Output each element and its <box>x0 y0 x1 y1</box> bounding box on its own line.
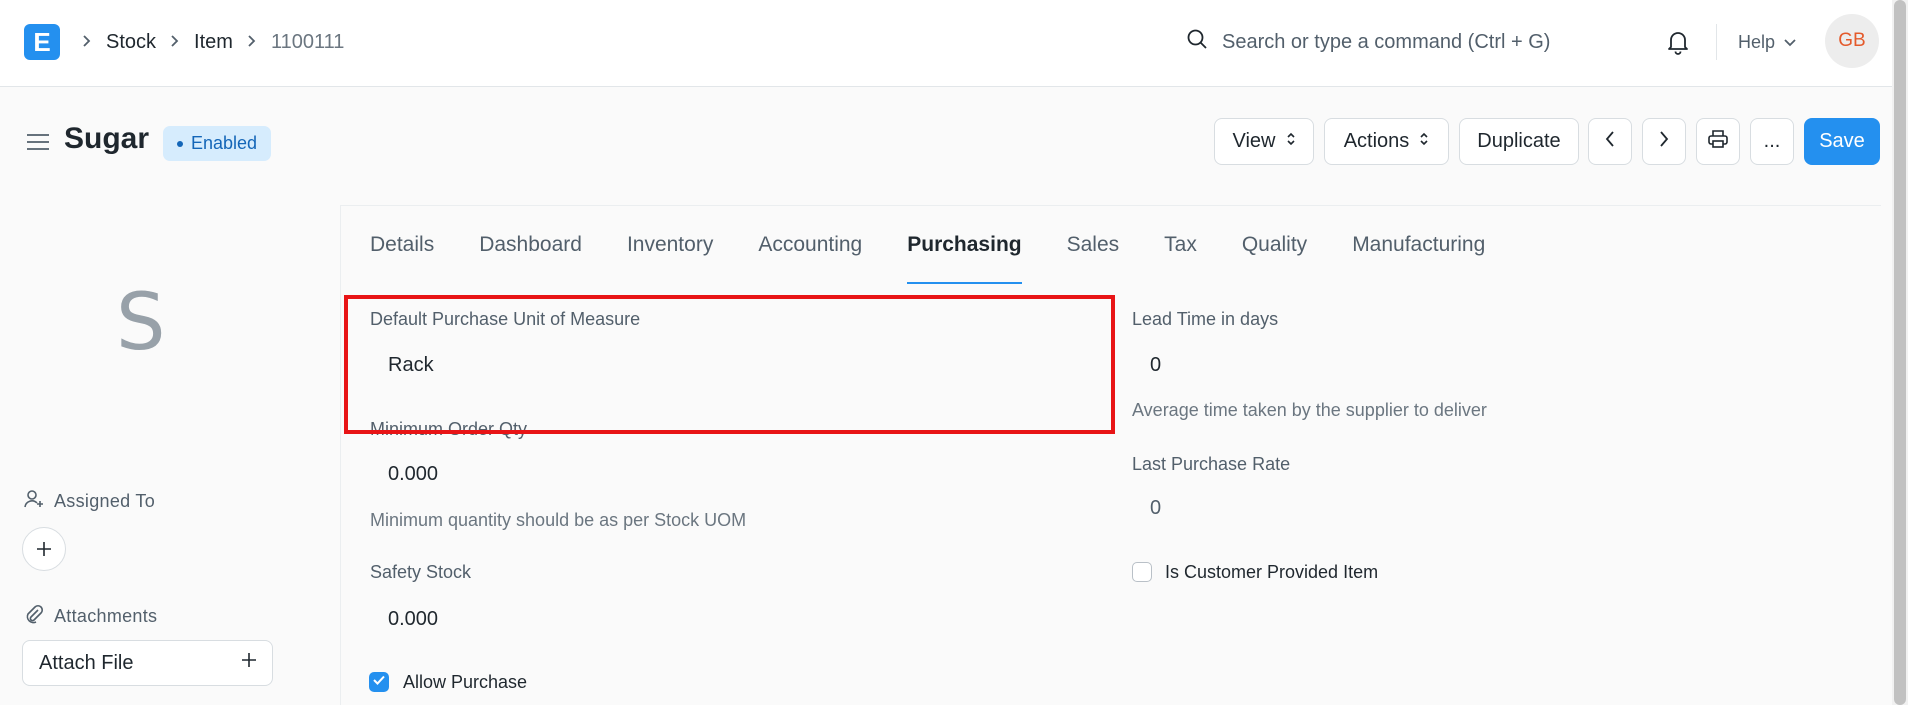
chevron-right-icon <box>245 32 259 53</box>
form-tabs: Details Dashboard Inventory Accounting P… <box>370 226 1485 284</box>
status-dot-icon <box>177 140 183 147</box>
tab-details[interactable]: Details <box>370 226 434 284</box>
breadcrumb: Stock Item 1100111 <box>80 26 344 58</box>
search-icon <box>1186 28 1208 56</box>
breadcrumb-current[interactable]: 1100111 <box>271 31 344 54</box>
check-icon <box>372 673 386 691</box>
last-purchase-rate-label: Last Purchase Rate <box>1132 454 1291 474</box>
search-input[interactable]: Search or type a command (Ctrl + G) <box>1222 31 1550 54</box>
next-record-button[interactable] <box>1642 118 1686 165</box>
default-purchase-uom-field[interactable]: Rack <box>388 354 434 377</box>
item-image-placeholder[interactable]: S <box>116 284 166 362</box>
min-order-qty-field[interactable]: 0.000 <box>388 463 438 486</box>
print-button[interactable] <box>1696 118 1740 165</box>
chevron-right-icon <box>1658 130 1670 154</box>
attach-file-button[interactable]: Attach File <box>22 640 273 686</box>
lead-time-label: Lead Time in days <box>1132 309 1279 329</box>
help-label: Help <box>1738 31 1776 52</box>
actions-label: Actions <box>1343 130 1410 152</box>
paperclip-icon <box>24 604 44 629</box>
assigned-to-label: Assigned To <box>54 490 156 511</box>
attach-file-label: Attach File <box>39 651 134 674</box>
previous-record-button[interactable] <box>1588 118 1632 165</box>
status-label: Enabled <box>191 133 258 153</box>
view-button[interactable]: View <box>1214 118 1314 165</box>
search-bar[interactable]: Search or type a command (Ctrl + G) <box>1186 24 1626 60</box>
allow-purchase-label[interactable]: Allow Purchase <box>403 672 527 693</box>
page-scrollbar[interactable] <box>1892 0 1908 705</box>
plus-icon <box>240 651 258 675</box>
chevron-right-icon <box>80 32 94 53</box>
attachments-section: Attachments <box>24 603 157 629</box>
add-assignee-button[interactable] <box>22 527 66 571</box>
chevron-right-icon <box>168 32 182 53</box>
user-plus-icon <box>24 489 44 514</box>
view-label: View <box>1232 130 1276 152</box>
ellipsis-icon: ... <box>1763 130 1781 152</box>
tab-accounting[interactable]: Accounting <box>758 226 862 284</box>
default-purchase-uom-label: Default Purchase Unit of Measure <box>370 309 641 329</box>
is-customer-provided-checkbox[interactable] <box>1132 562 1152 582</box>
help-dropdown[interactable]: Help <box>1738 28 1797 56</box>
tab-inventory[interactable]: Inventory <box>627 226 713 284</box>
plus-icon <box>35 534 53 565</box>
chevron-down-icon <box>1783 32 1797 53</box>
navbar: E Stock Item 1100111 Search or type a co… <box>0 0 1908 87</box>
bell-icon[interactable] <box>1664 28 1692 56</box>
tab-tax[interactable]: Tax <box>1164 226 1197 284</box>
is-customer-provided-label[interactable]: Is Customer Provided Item <box>1165 562 1378 583</box>
actions-button[interactable]: Actions <box>1324 118 1449 165</box>
chevron-left-icon <box>1604 130 1616 154</box>
scrollbar-thumb[interactable] <box>1894 0 1906 705</box>
sort-updown-icon <box>1419 130 1429 153</box>
assigned-to-section: Assigned To <box>24 488 155 514</box>
safety-stock-label: Safety Stock <box>370 562 472 582</box>
tab-quality[interactable]: Quality <box>1242 226 1307 284</box>
hamburger-menu-icon[interactable] <box>26 130 50 154</box>
allow-purchase-checkbox[interactable] <box>369 672 389 692</box>
more-actions-button[interactable]: ... <box>1750 118 1794 165</box>
breadcrumb-stock[interactable]: Stock <box>106 31 156 54</box>
tab-dashboard[interactable]: Dashboard <box>479 226 582 284</box>
app-logo[interactable]: E <box>24 24 60 60</box>
tab-purchasing[interactable]: Purchasing <box>907 226 1022 284</box>
lead-time-field[interactable]: 0 <box>1150 354 1161 377</box>
breadcrumb-item[interactable]: Item <box>194 31 233 54</box>
min-order-qty-description: Minimum quantity should be as per Stock … <box>370 510 747 530</box>
save-button[interactable]: Save <box>1804 118 1880 165</box>
safety-stock-field[interactable]: 0.000 <box>388 608 438 631</box>
duplicate-button[interactable]: Duplicate <box>1459 118 1579 165</box>
tab-sales[interactable]: Sales <box>1067 226 1120 284</box>
min-order-qty-label: Minimum Order Qty <box>370 419 528 439</box>
navbar-divider <box>1716 24 1717 60</box>
tab-manufacturing[interactable]: Manufacturing <box>1352 226 1485 284</box>
status-badge: Enabled <box>163 126 272 161</box>
lead-time-description: Average time taken by the supplier to de… <box>1132 400 1487 420</box>
attachments-label: Attachments <box>54 605 158 626</box>
sort-updown-icon <box>1286 130 1296 153</box>
printer-icon <box>1707 129 1729 155</box>
page-title: Sugar <box>64 122 150 155</box>
last-purchase-rate-value: 0 <box>1150 497 1162 519</box>
avatar[interactable]: GB <box>1825 14 1879 68</box>
